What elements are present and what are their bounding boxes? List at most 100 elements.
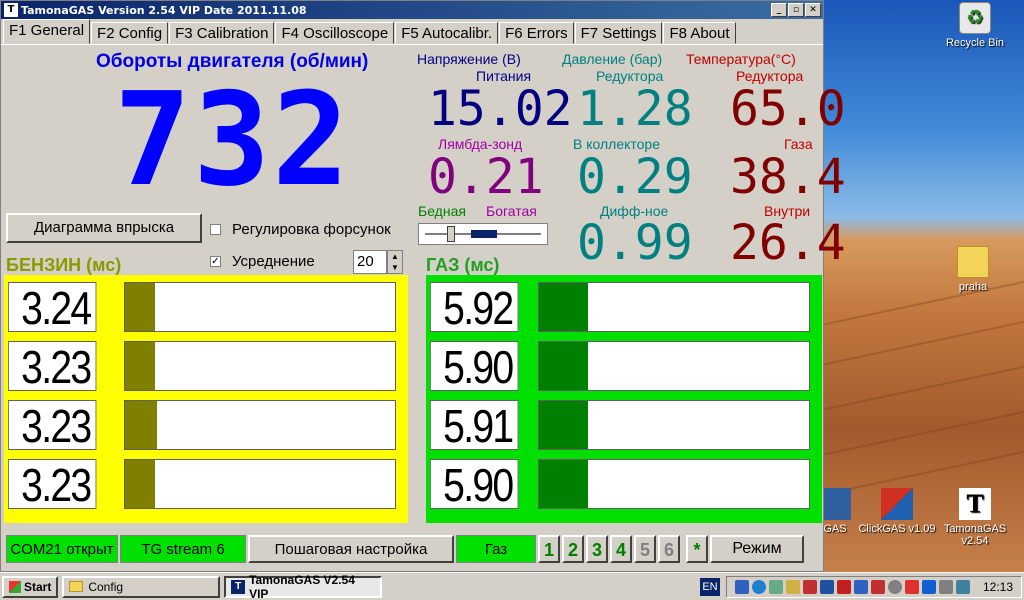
clickgas-icon[interactable]: ClickGAS v1.09 xyxy=(858,488,936,535)
lambda-indicator xyxy=(418,223,548,245)
minimize-button[interactable]: _ xyxy=(771,3,787,17)
gas-row: 5.90 xyxy=(430,340,818,392)
system-tray: 12:13 xyxy=(725,575,1022,598)
gas-shortcut-label: GAS xyxy=(824,523,847,535)
tab-general[interactable]: F1 General xyxy=(3,19,91,44)
start-button[interactable]: Start xyxy=(2,575,59,598)
mode-4-button[interactable]: 4 xyxy=(610,535,632,563)
tab-errors[interactable]: F6 Errors xyxy=(499,22,574,44)
tab-settings[interactable]: F7 Settings xyxy=(574,22,663,44)
mode-1-button[interactable]: 1 xyxy=(538,535,560,563)
gas-value: 5.90 xyxy=(430,459,519,510)
app-window: T TamonaGAS Version 2.54 VIP Date 2011.1… xyxy=(0,0,846,572)
clock: 12:13 xyxy=(982,579,1013,594)
lambda-lean-label: Бедная xyxy=(418,203,466,219)
network-icon[interactable] xyxy=(734,579,749,594)
mode-6-button[interactable]: 6 xyxy=(658,535,680,563)
antivirus-icon[interactable] xyxy=(836,579,851,594)
language-indicator[interactable]: EN xyxy=(699,577,720,596)
tray-app-icon[interactable] xyxy=(870,579,885,594)
tray-app-icon[interactable] xyxy=(887,579,902,594)
com-port-status: COM21 открыт xyxy=(6,535,118,563)
pressure-collector-value: 0.29 xyxy=(577,149,693,205)
stream-status: TG stream 6 xyxy=(120,535,246,563)
mode-button[interactable]: Режим xyxy=(710,535,804,563)
petrol-panel: 3.24 3.23 3.23 3.23 xyxy=(4,275,408,523)
temp-reducer-value: 65.0 xyxy=(730,81,846,137)
petrol-row: 3.23 xyxy=(8,399,404,451)
petrol-title: БЕНЗИН (мс) xyxy=(6,255,122,275)
petrol-bar xyxy=(124,341,396,391)
tab-calibration[interactable]: F3 Calibration xyxy=(169,22,275,44)
injection-diagram-button[interactable]: Диаграмма впрыска xyxy=(6,213,202,243)
temp-gas-value: 38.4 xyxy=(730,149,846,205)
start-label: Start xyxy=(24,579,52,594)
voltage-title: Напряжение (В) xyxy=(417,51,521,67)
taskbar-config[interactable]: Config xyxy=(62,575,221,598)
gas-panel: 5.92 5.90 5.91 5.90 xyxy=(426,275,822,523)
network-icon[interactable] xyxy=(853,579,868,594)
tamonagas-icon[interactable]: T TamonaGAS v2.54 xyxy=(936,488,1014,547)
tray-app-icon[interactable] xyxy=(802,579,817,594)
taskbar-tamonagas[interactable]: T TamonaGAS V2.54 VIP xyxy=(224,572,383,600)
petrol-row: 3.23 xyxy=(8,458,404,510)
tab-about[interactable]: F8 About xyxy=(663,22,736,44)
petrol-value: 3.24 xyxy=(8,282,97,333)
close-button[interactable]: ✕ xyxy=(805,3,821,17)
speaker-icon[interactable] xyxy=(938,579,953,594)
status-bar: COM21 открыт TG stream 6 Пошаговая настр… xyxy=(2,533,822,565)
tray-app-icon[interactable] xyxy=(785,579,800,594)
gas-bar xyxy=(538,282,810,332)
window-title: TamonaGAS Version 2.54 VIP Date 2011.11.… xyxy=(21,3,307,17)
fuel-status: Газ xyxy=(456,535,536,563)
step-setup-button[interactable]: Пошаговая настройка xyxy=(248,535,454,563)
folder-icon xyxy=(69,581,84,592)
clickgas-label: ClickGAS v1.09 xyxy=(858,523,936,535)
gas-row: 5.90 xyxy=(430,458,818,510)
tray-app-icon[interactable] xyxy=(768,579,783,594)
mode-2-button[interactable]: 2 xyxy=(562,535,584,563)
folder-praha-icon[interactable]: praha xyxy=(934,246,1012,293)
desktop: ♻ Recycle Bin praha GAS ClickGAS v1.09 T… xyxy=(824,0,1024,572)
gas-row: 5.92 xyxy=(430,281,818,333)
averaging-checkbox[interactable]: ✓ xyxy=(210,256,221,267)
tamonagas-task-icon: T xyxy=(231,579,246,594)
gas-title: ГАЗ (мс) xyxy=(426,255,500,275)
display-icon[interactable] xyxy=(955,579,970,594)
app-icon: T xyxy=(4,3,18,17)
tab-bar: F1 General F2 Config F3 Calibration F4 O… xyxy=(1,19,823,45)
injector-adjust-checkbox[interactable] xyxy=(210,224,221,235)
gas-bar-fill xyxy=(539,460,588,508)
star-button[interactable]: * xyxy=(686,535,708,563)
title-bar[interactable]: T TamonaGAS Version 2.54 VIP Date 2011.1… xyxy=(1,1,823,19)
globe-icon[interactable] xyxy=(751,579,766,594)
taskbar-app-label: TamonaGAS V2.54 VIP xyxy=(249,572,355,600)
gas-bar-fill xyxy=(539,283,588,331)
petrol-row: 3.23 xyxy=(8,340,404,392)
tab-oscilloscope[interactable]: F4 Oscilloscope xyxy=(275,22,395,44)
tab-config[interactable]: F2 Config xyxy=(91,22,169,44)
gas-bar xyxy=(538,341,810,391)
taskbar-config-label: Config xyxy=(88,579,124,594)
windows-logo-icon xyxy=(9,580,21,593)
petrol-value: 3.23 xyxy=(8,341,97,392)
tray-app-icon[interactable] xyxy=(904,579,919,594)
tab-autocalibr[interactable]: F5 Autocalibr. xyxy=(395,22,499,44)
averaging-spinner[interactable]: ▲ ▼ xyxy=(387,250,403,274)
gas-bar-fill xyxy=(539,342,588,390)
petrol-bar-fill xyxy=(125,401,158,449)
temp-inside-value: 26.4 xyxy=(730,215,846,271)
pressure-title: Давление (бар) xyxy=(562,51,663,67)
taskbar: Start Config T TamonaGAS V2.54 VIP EN 12… xyxy=(0,572,1024,600)
averaging-input[interactable]: 20 xyxy=(353,250,387,274)
mode-3-button[interactable]: 3 xyxy=(586,535,608,563)
folder-label: praha xyxy=(958,281,988,293)
bluetooth-icon[interactable] xyxy=(921,579,936,594)
maximize-button[interactable]: ▫ xyxy=(788,3,804,17)
recycle-bin-icon[interactable]: ♻ Recycle Bin xyxy=(936,2,1014,49)
shield-icon[interactable] xyxy=(819,579,834,594)
recycle-bin-label: Recycle Bin xyxy=(945,37,1005,49)
general-panel: Обороты двигателя (об/мин) 732 Напряжени… xyxy=(2,47,846,525)
gas-row: 5.91 xyxy=(430,399,818,451)
mode-5-button[interactable]: 5 xyxy=(634,535,656,563)
